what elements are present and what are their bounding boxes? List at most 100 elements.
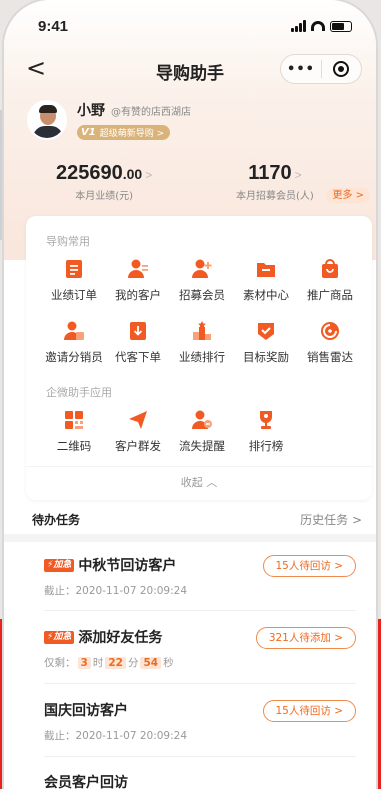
tool-label: 销售雷达	[307, 350, 353, 364]
close-mini-program-button[interactable]	[322, 61, 361, 77]
send-icon	[129, 411, 147, 429]
history-tasks-link[interactable]: 历史任务 >	[300, 511, 362, 528]
profile[interactable]: 小野 @有赞的店西湖店 V1 超级萌新导购 >	[27, 100, 191, 140]
countdown-prefix: 仅剩：	[44, 657, 76, 669]
stat-sales-label: 本月业绩(元)	[75, 191, 134, 202]
ranking-icon	[193, 321, 211, 340]
tool-label: 代客下单	[115, 350, 161, 364]
task-action-button[interactable]: 15人待回访 >	[262, 700, 356, 722]
churn-icon	[192, 410, 212, 429]
task-item[interactable]: ⚡加急 添加好友任务 仅剩： 3 时 22 分 54 秒 321人待添加 >	[44, 627, 356, 670]
tool-reward[interactable]: 目标奖励	[234, 320, 298, 365]
level-badge[interactable]: V1 超级萌新导购 >	[77, 125, 171, 140]
order-icon	[66, 260, 82, 278]
more-menu-button[interactable]: •••	[281, 62, 321, 77]
status-bar: 9:41	[38, 16, 352, 36]
task-deadline: 截止：2020-11-07 20:09:24	[44, 730, 188, 742]
urgent-tag: ⚡加急	[44, 558, 75, 572]
stat-sales[interactable]: 225690.00 > 本月业绩(元)	[56, 162, 152, 202]
tool-label: 邀请分销员	[45, 350, 103, 364]
tool-materials[interactable]: 素材中心	[234, 258, 298, 303]
task-item[interactable]: 国庆回访客户 截止：2020-11-07 20:09:24 15人待回访 >	[44, 700, 356, 743]
more-stats-button[interactable]: 更多 >	[326, 188, 370, 203]
customers-icon	[128, 259, 148, 278]
divider	[44, 756, 356, 757]
stat-members-value: 1170	[248, 162, 292, 184]
tool-customers[interactable]: 我的客户	[106, 258, 170, 303]
divider	[44, 683, 356, 684]
task-name: 国庆回访客户	[44, 703, 128, 719]
tool-radar[interactable]: 销售雷达	[298, 320, 362, 365]
wifi-icon	[311, 21, 325, 31]
tool-label: 二维码	[56, 439, 92, 453]
task-action-button[interactable]: 321人待添加 >	[255, 627, 356, 649]
tool-label: 流失提醒	[179, 439, 225, 453]
tasks-header: 待办任务 历史任务 >	[32, 511, 362, 528]
task-action-button[interactable]: 15人待回访 >	[262, 555, 356, 577]
divider	[44, 610, 356, 611]
section-divider	[4, 534, 376, 542]
stats: 225690.00 > 本月业绩(元) 1170 > 本月招募会员(人) 更多 >	[4, 162, 376, 212]
battery-icon	[330, 20, 352, 32]
tools-row-2: 邀请分销员 代客下单 业绩排行 目标奖励 销售雷达	[42, 320, 372, 365]
radar-icon	[321, 322, 339, 340]
tool-label: 招募会员	[179, 288, 225, 302]
tool-qrcode[interactable]: 二维码	[42, 409, 106, 454]
tool-mass-send[interactable]: 客户群发	[106, 409, 170, 454]
tool-label: 排行榜	[248, 439, 284, 453]
chevron-right-icon: >	[294, 168, 302, 182]
nav-bar: < 导购助手 •••	[4, 54, 376, 84]
profile-name: 小野	[77, 103, 105, 119]
folder-icon	[257, 263, 275, 277]
profile-info: 小野 @有赞的店西湖店 V1 超级萌新导购 >	[77, 100, 191, 140]
tool-promote[interactable]: 推广商品	[298, 258, 362, 303]
tools-row-1: 业绩订单 我的客户 招募会员 素材中心 推广商品	[42, 258, 372, 303]
tool-recruit[interactable]: 招募会员	[170, 258, 234, 303]
tool-invite[interactable]: 邀请分销员	[42, 320, 106, 365]
phone-screen: 9:41 < 导购助手 ••• 小野 @有赞的店西湖店 V1 超级萌新导购 > …	[4, 0, 376, 789]
status-time: 9:41	[38, 17, 69, 35]
invite-icon	[64, 321, 84, 340]
chevron-right-icon: >	[145, 168, 153, 182]
mini-program-capsule: •••	[280, 54, 362, 84]
tool-churn[interactable]: 流失提醒	[170, 409, 234, 454]
urgent-tag: ⚡加急	[44, 630, 75, 644]
collapse-button[interactable]: 收起 ︿	[26, 474, 372, 490]
tool-leaderboard[interactable]: 排行榜	[234, 409, 298, 454]
countdown-unit: 秒	[163, 657, 174, 669]
task-item[interactable]: ⚡加急 中秋节回访客户 截止：2020-11-07 20:09:24 15人待回…	[44, 555, 356, 598]
tool-order[interactable]: 业绩订单	[42, 258, 106, 303]
countdown-value: 3	[77, 657, 91, 669]
signal-icon	[291, 20, 306, 32]
tool-place-order[interactable]: 代客下单	[106, 320, 170, 365]
tool-ranking[interactable]: 业绩排行	[170, 320, 234, 365]
countdown-value: 54	[140, 657, 162, 669]
level-text: 超级萌新导购 >	[99, 129, 165, 139]
tasks-title: 待办任务	[32, 513, 81, 527]
divider	[26, 466, 372, 467]
task-item[interactable]: 会员客户回访	[44, 772, 356, 789]
tools-card: 导购常用 业绩订单 我的客户 招募会员 素材中心 推广商品 邀请分销员 代客下单…	[26, 216, 372, 500]
target-icon	[333, 61, 350, 77]
bag-icon	[322, 259, 338, 278]
reward-icon	[258, 323, 274, 340]
tool-label: 我的客户	[115, 288, 161, 302]
stat-members[interactable]: 1170 > 本月招募会员(人)	[236, 162, 314, 202]
avatar	[27, 100, 67, 140]
profile-store: @有赞的店西湖店	[111, 107, 191, 118]
tool-label: 推广商品	[307, 288, 353, 302]
task-name: 会员客户回访	[44, 775, 128, 789]
stat-sales-value: 225690	[56, 162, 123, 184]
tool-label: 业绩排行	[179, 350, 225, 364]
task-countdown: 仅剩： 3 时 22 分 54 秒	[44, 655, 356, 670]
countdown-unit: 时	[92, 657, 104, 669]
recruit-icon	[192, 259, 212, 278]
tool-label: 业绩订单	[51, 288, 97, 302]
task-deadline: 截止：2020-11-07 20:09:24	[44, 585, 188, 597]
task-name: 添加好友任务	[78, 630, 163, 646]
stat-sales-decimal: .00	[122, 166, 143, 182]
qrcode-icon	[65, 411, 83, 429]
tool-label: 素材中心	[243, 288, 289, 302]
status-icons	[291, 20, 352, 32]
stat-members-label: 本月招募会员(人)	[236, 191, 314, 202]
